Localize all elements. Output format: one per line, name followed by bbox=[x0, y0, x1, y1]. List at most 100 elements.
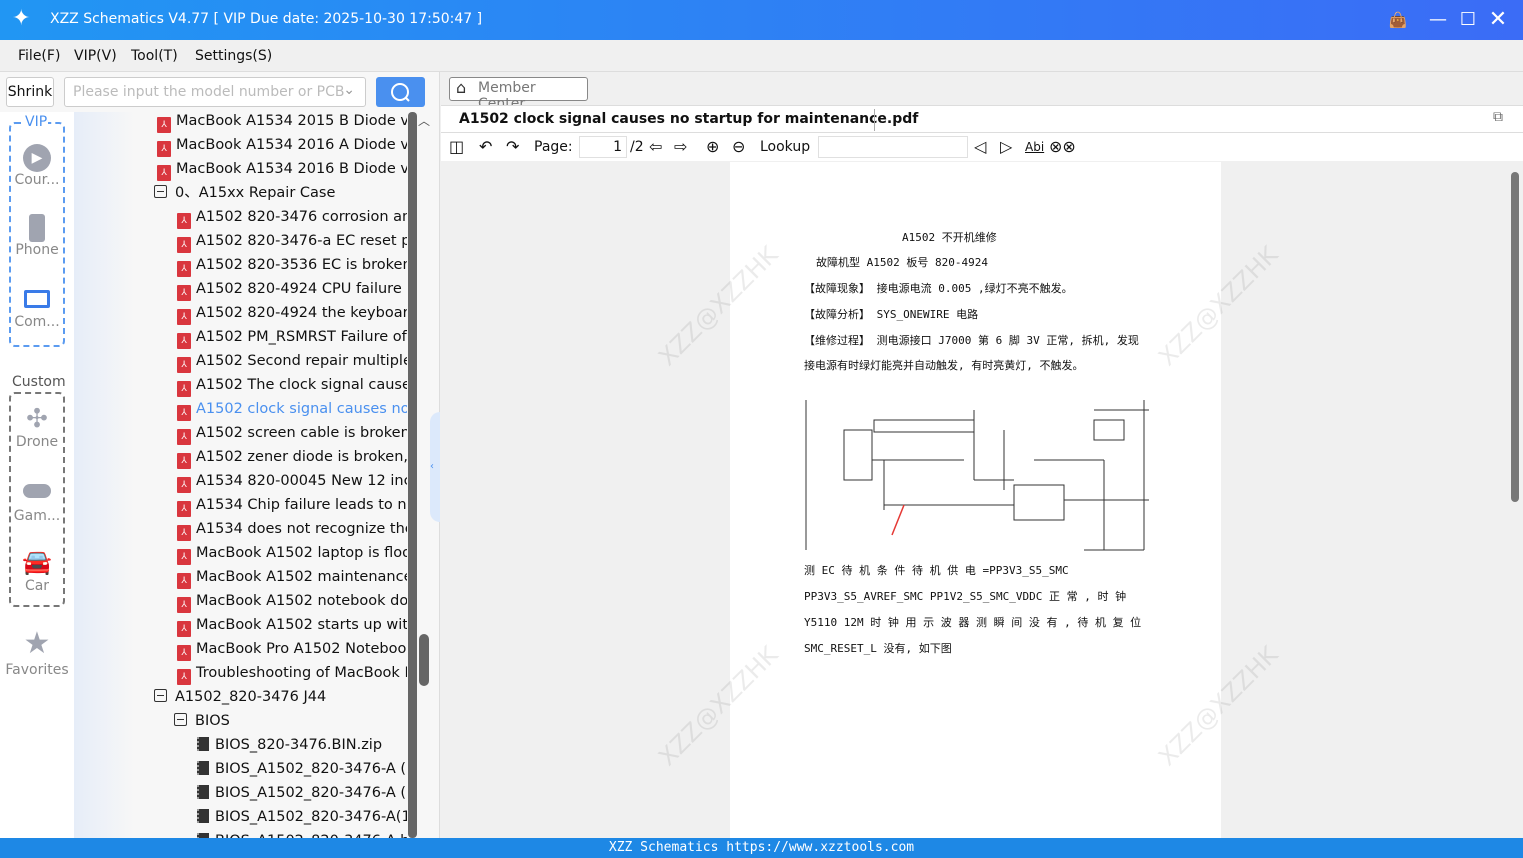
tree-item-label: A1502 The clock signal causes t bbox=[196, 377, 407, 393]
tree-item[interactable]: BIOS_A1502_820-3476-A(1).b bbox=[197, 805, 407, 829]
chevron-down-icon[interactable]: ⌄ bbox=[343, 82, 355, 98]
shrink-button[interactable]: Shrink bbox=[6, 77, 54, 107]
tree-scrollbar[interactable] bbox=[408, 112, 417, 838]
schematic-image bbox=[805, 400, 1149, 551]
sidebar-item-car[interactable]: 🚘 Car bbox=[0, 546, 74, 594]
tree-item[interactable]: ⅄ A1502 clock signal causes no st bbox=[177, 397, 407, 421]
status-bar: XZZ Schematics https://www.xzztools.com bbox=[0, 838, 1523, 858]
tree-item[interactable]: ⅄ MacBook A1502 laptop is flood bbox=[177, 541, 407, 565]
sidebar-item-phone[interactable]: Phone bbox=[0, 214, 74, 258]
tree-item[interactable]: ⅄ Troubleshooting of MacBook P bbox=[177, 661, 407, 685]
rotate-left-icon[interactable]: ↶ bbox=[479, 137, 492, 156]
tree-item-label: A1534 820-00045 New 12 inch E bbox=[196, 473, 407, 489]
maximize-button[interactable]: ☐ bbox=[1456, 8, 1480, 32]
pdf-icon: ⅄ bbox=[177, 405, 191, 421]
tree-item-label: A1534 Chip failure leads to no V bbox=[196, 497, 407, 513]
chip-file-icon bbox=[197, 809, 209, 823]
tree-item[interactable]: ⅄ A1534 does not recognize the h bbox=[177, 517, 407, 541]
find-prev-icon[interactable]: ◁ bbox=[974, 137, 986, 156]
tree-item-label: BIOS bbox=[195, 713, 230, 729]
tree-item[interactable]: A1502_820-3476 J44 bbox=[154, 685, 404, 709]
lookup-label: Lookup bbox=[760, 139, 811, 155]
doc-line: 故障机型 A1502 板号 820-4924 bbox=[816, 256, 988, 269]
tree-item[interactable]: BIOS_820-3476.BIN.zip bbox=[197, 733, 407, 757]
label: Favorites bbox=[5, 662, 69, 678]
close-button[interactable]: ✕ bbox=[1486, 8, 1510, 32]
tree-item[interactable]: ⅄ MacBook A1502 maintenance w bbox=[177, 565, 407, 589]
prev-page-icon[interactable]: ⇦ bbox=[649, 137, 662, 156]
tree-item[interactable]: ⅄ A1502 820-4924 the keyboard c bbox=[177, 301, 407, 325]
two-page-icon[interactable]: ◫ bbox=[449, 137, 464, 156]
search-icon bbox=[391, 83, 410, 102]
left-pane: Shrink Please input the model number or … bbox=[0, 72, 440, 838]
chip-file-icon bbox=[197, 737, 209, 751]
tree-item[interactable]: ⅄ A1534 820-00045 New 12 inch E bbox=[177, 469, 407, 493]
tree-item[interactable]: ⅄ A1534 Chip failure leads to no V bbox=[177, 493, 407, 517]
tab-current-document[interactable]: A1502 clock signal causes no startup for… bbox=[459, 111, 918, 127]
tree-item[interactable]: ⅄ MacBook A1502 starts up with v bbox=[177, 613, 407, 637]
tree-item[interactable]: ⅄ A1502 820-3536 EC is broken, sc bbox=[177, 253, 407, 277]
close-tab-icon[interactable]: ⧉ bbox=[1493, 109, 1503, 125]
tree-item[interactable]: ⅄ A1502 PM_RSMRST Failure of tr bbox=[177, 325, 407, 349]
tree-item-label: BIOS_820-3476.BIN.zip bbox=[215, 737, 383, 753]
tree-item[interactable]: BIOS_A1502_820-3476-A.bin bbox=[197, 829, 407, 838]
doc-line: Y5110 12M 时 钟 用 示 波 器 测 瞬 间 没 有 , 待 机 复 … bbox=[804, 616, 1142, 629]
vip-bag-icon[interactable]: 👜 bbox=[1386, 8, 1410, 32]
tree-item[interactable]: ⅄ A1502 820-4924 CPU failure EC bbox=[177, 277, 407, 301]
tree-item[interactable]: BIOS_A1502_820-3476-A (3).I bbox=[197, 781, 407, 805]
scroll-up-icon[interactable]: ︿ bbox=[418, 112, 430, 129]
tree-item[interactable]: ⅄ A1502 Second repair multiple fa bbox=[177, 349, 407, 373]
tree-item[interactable]: ⅄ A1502 820-3476-a EC reset pull- bbox=[177, 229, 407, 253]
pdf-icon: ⅄ bbox=[177, 549, 191, 565]
tree-item[interactable]: BIOS_A1502_820-3476-A (2).I bbox=[197, 757, 407, 781]
rotate-right-icon[interactable]: ↷ bbox=[506, 137, 519, 156]
tree-item[interactable]: ⅄ A1502 820-3476 corrosion and bbox=[177, 205, 407, 229]
collapse-panel-handle[interactable]: ‹ bbox=[430, 412, 440, 522]
tree-item[interactable]: BIOS bbox=[174, 709, 404, 733]
sidebar-item-game[interactable]: Gam... bbox=[0, 478, 74, 524]
find-next-icon[interactable]: ▷ bbox=[1000, 137, 1012, 156]
next-page-icon[interactable]: ⇨ bbox=[674, 137, 687, 156]
tree-item[interactable]: ⅄ A1502 zener diode is broken, EC bbox=[177, 445, 407, 469]
match-case-icon[interactable]: Abi bbox=[1025, 140, 1044, 154]
sidebar-item-computer[interactable]: Com... bbox=[0, 288, 74, 330]
tree-item[interactable]: 0、A15xx Repair Case bbox=[154, 181, 404, 205]
vip-group-label: VIP bbox=[24, 114, 49, 130]
tree-item[interactable]: ⅄ MacBook Pro A1502 Notebook bbox=[177, 637, 407, 661]
menu-file[interactable]: File(F) bbox=[18, 48, 60, 64]
zoom-in-icon[interactable]: ⊕ bbox=[706, 137, 719, 156]
sidebar-item-course[interactable]: ▶ Cour... bbox=[0, 144, 74, 188]
label: Phone bbox=[15, 242, 59, 258]
pdf-icon: ⅄ bbox=[177, 621, 191, 637]
zoom-out-icon[interactable]: ⊖ bbox=[732, 137, 745, 156]
tree-item-label: BIOS_A1502_820-3476-A(1).b bbox=[215, 809, 407, 825]
pdf-scrollbar[interactable] bbox=[1511, 172, 1519, 502]
label: Com... bbox=[14, 314, 60, 330]
outer-scrollbar-thumb[interactable] bbox=[419, 634, 429, 686]
search-button[interactable] bbox=[376, 77, 425, 107]
tree-item[interactable]: ⅄ MacBook A1534 2015 B Diode valu bbox=[157, 112, 407, 133]
tree-item[interactable]: ⅄ MacBook A1502 notebook doe bbox=[177, 589, 407, 613]
lookup-input[interactable] bbox=[818, 136, 968, 158]
menu-vip[interactable]: VIP(V) bbox=[74, 48, 117, 64]
tree-item[interactable]: ⅄ MacBook A1534 2016 B Diode valu bbox=[157, 157, 407, 181]
doc-line: PP3V3_S5_AVREF_SMC PP1V2_S5_SMC_VDDC 正 常… bbox=[804, 590, 1127, 603]
minimize-button[interactable]: — bbox=[1426, 8, 1450, 32]
tree-item-label: MacBook A1502 maintenance w bbox=[196, 569, 407, 585]
collapse-icon[interactable] bbox=[154, 689, 167, 702]
collapse-icon[interactable] bbox=[154, 185, 167, 198]
label: Gam... bbox=[13, 508, 61, 524]
search-input[interactable]: Please input the model number or PCB ⌄ bbox=[64, 77, 366, 107]
menu-settings[interactable]: Settings(S) bbox=[195, 48, 272, 64]
collapse-icon[interactable] bbox=[174, 713, 187, 726]
sidebar-item-drone[interactable]: ✣ Drone bbox=[0, 404, 74, 450]
label: Cour... bbox=[14, 172, 60, 188]
tree-item[interactable]: ⅄ A1502 The clock signal causes t bbox=[177, 373, 407, 397]
sidebar-item-favorites[interactable]: ★ Favorites bbox=[0, 626, 74, 678]
binoculars-icon[interactable]: ⊗⊗ bbox=[1049, 137, 1076, 156]
member-center-button[interactable]: ⌂ Member Center bbox=[449, 77, 588, 112]
page-input[interactable]: 1 bbox=[579, 136, 627, 158]
menu-tool[interactable]: Tool(T) bbox=[131, 48, 178, 64]
tree-item[interactable]: ⅄ A1502 screen cable is broken, a bbox=[177, 421, 407, 445]
tree-item[interactable]: ⅄ MacBook A1534 2016 A Diode valu bbox=[157, 133, 407, 157]
